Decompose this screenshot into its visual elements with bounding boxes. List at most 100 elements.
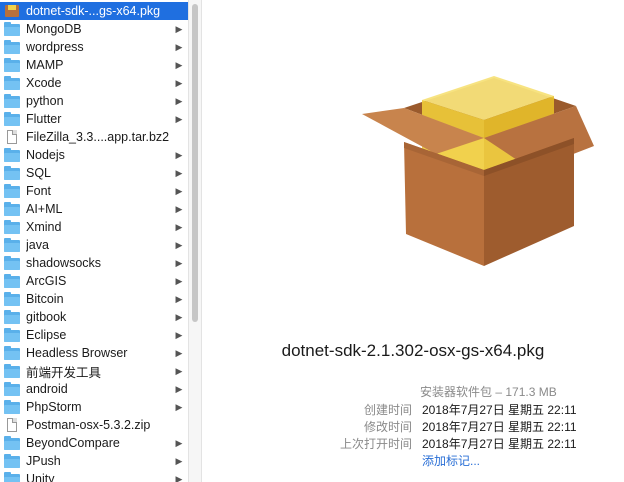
item-name: Bitcoin — [26, 292, 64, 306]
item-name: dotnet-sdk-...gs-x64.pkg — [26, 4, 161, 18]
modified-value: 2018年7月27日 星期五 22:11 — [422, 420, 577, 434]
folder-row[interactable]: Headless Browser ▶ — [0, 344, 188, 362]
folder-icon — [4, 22, 20, 36]
folder-icon — [4, 166, 20, 180]
modified-label: 修改时间 — [363, 420, 412, 434]
disclosure-arrow-icon: ▶ — [175, 401, 183, 412]
preview-kind-size: 安装器软件包 – 171.3 MB — [420, 385, 557, 399]
folder-row[interactable]: Xcode ▶ — [0, 74, 188, 92]
folder-row[interactable]: Eclipse ▶ — [0, 326, 188, 344]
item-name: PhpStorm — [26, 400, 82, 414]
folder-icon — [4, 328, 20, 342]
item-name: MongoDB — [26, 22, 82, 36]
disclosure-arrow-icon: ▶ — [175, 41, 183, 52]
folder-icon — [4, 202, 20, 216]
disclosure-arrow-icon: ▶ — [175, 347, 183, 358]
folder-icon — [4, 382, 20, 396]
last-opened-label: 上次打开时间 — [339, 437, 412, 451]
item-name: Postman-osx-5.3.2.zip — [26, 418, 151, 432]
folder-row[interactable]: java ▶ — [0, 236, 188, 254]
disclosure-arrow-icon: ▶ — [175, 239, 183, 250]
disclosure-arrow-icon: ▶ — [175, 311, 183, 322]
item-name: Xmind — [26, 220, 62, 234]
folder-row[interactable]: gitbook ▶ — [0, 308, 188, 326]
preview-pane: dotnet-sdk-2.1.302-osx-gs-x64.pkg 安装器软件包… — [202, 0, 624, 482]
disclosure-arrow-icon: ▶ — [175, 257, 183, 268]
file-row[interactable]: Postman-osx-5.3.2.zip — [0, 416, 188, 434]
folder-icon — [4, 94, 20, 108]
item-name: Font — [26, 184, 52, 198]
file-row[interactable]: FileZilla_3.3....app.tar.bz2 — [0, 128, 188, 146]
folder-row[interactable]: 前端开发工具 ▶ — [0, 362, 188, 380]
folder-row[interactable]: android ▶ — [0, 380, 188, 398]
folder-icon — [4, 40, 20, 54]
disclosure-arrow-icon: ▶ — [175, 275, 183, 286]
folder-icon — [4, 364, 20, 378]
folder-row[interactable]: ArcGIS ▶ — [0, 272, 188, 290]
folder-row[interactable]: Bitcoin ▶ — [0, 290, 188, 308]
folder-row[interactable]: shadowsocks ▶ — [0, 254, 188, 272]
file-column: dotnet-sdk-...gs-x64.pkg MongoDB ▶ wordpres… — [0, 0, 188, 482]
folder-row[interactable]: Font ▶ — [0, 182, 188, 200]
folder-row[interactable]: MAMP ▶ — [0, 56, 188, 74]
item-name: BeyondCompare — [26, 436, 120, 450]
disclosure-arrow-icon: ▶ — [175, 329, 183, 340]
document-icon — [4, 418, 20, 432]
item-name: Headless Browser — [26, 346, 128, 360]
folder-row[interactable]: Unity ▶ — [0, 470, 188, 482]
folder-row[interactable]: wordpress ▶ — [0, 38, 188, 56]
folder-icon — [4, 184, 20, 198]
disclosure-arrow-icon: ▶ — [175, 473, 183, 482]
item-name: 前端开发工具 — [26, 365, 102, 380]
folder-icon — [4, 112, 20, 126]
disclosure-arrow-icon: ▶ — [175, 221, 183, 232]
disclosure-arrow-icon: ▶ — [175, 149, 183, 160]
item-name: shadowsocks — [26, 256, 102, 270]
folder-row[interactable]: Flutter ▶ — [0, 110, 188, 128]
scrollbar-thumb[interactable] — [192, 4, 198, 322]
item-name: FileZilla_3.3....app.tar.bz2 — [26, 130, 170, 144]
preview-file-name: dotnet-sdk-2.1.302-osx-gs-x64.pkg — [281, 341, 545, 360]
folder-row[interactable]: python ▶ — [0, 92, 188, 110]
item-name: AI+ML — [26, 202, 63, 216]
folder-icon — [4, 256, 20, 270]
item-name: java — [26, 238, 49, 252]
item-name: Nodejs — [26, 148, 65, 162]
disclosure-arrow-icon: ▶ — [175, 77, 183, 88]
folder-icon — [4, 238, 20, 252]
file-row[interactable]: dotnet-sdk-...gs-x64.pkg — [0, 2, 188, 20]
folder-icon — [4, 220, 20, 234]
folder-row[interactable]: JPush ▶ — [0, 452, 188, 470]
created-label: 创建时间 — [363, 403, 412, 417]
disclosure-arrow-icon: ▶ — [175, 455, 183, 466]
item-name: Xcode — [26, 76, 62, 90]
item-name: gitbook — [26, 310, 67, 324]
item-name: ArcGIS — [26, 274, 67, 288]
folder-icon — [4, 454, 20, 468]
folder-row[interactable]: PhpStorm ▶ — [0, 398, 188, 416]
disclosure-arrow-icon: ▶ — [175, 95, 183, 106]
package-icon — [4, 4, 20, 18]
disclosure-arrow-icon: ▶ — [175, 23, 183, 34]
item-name: python — [26, 94, 64, 108]
folder-row[interactable]: AI+ML ▶ — [0, 200, 188, 218]
disclosure-arrow-icon: ▶ — [175, 437, 183, 448]
package-box-icon — [362, 76, 594, 266]
item-name: JPush — [26, 454, 61, 468]
folder-row[interactable]: MongoDB ▶ — [0, 20, 188, 38]
item-name: android — [26, 382, 68, 396]
column-scrollbar[interactable] — [188, 0, 202, 482]
folder-icon — [4, 274, 20, 288]
folder-row[interactable]: Nodejs ▶ — [0, 146, 188, 164]
add-tags-link[interactable]: 添加标记... — [422, 452, 480, 469]
disclosure-arrow-icon: ▶ — [175, 167, 183, 178]
item-name: Unity — [26, 472, 55, 482]
folder-icon — [4, 148, 20, 162]
folder-row[interactable]: SQL ▶ — [0, 164, 188, 182]
disclosure-arrow-icon: ▶ — [175, 59, 183, 70]
folder-row[interactable]: BeyondCompare ▶ — [0, 434, 188, 452]
item-name: wordpress — [26, 40, 84, 54]
disclosure-arrow-icon: ▶ — [175, 185, 183, 196]
folder-row[interactable]: Xmind ▶ — [0, 218, 188, 236]
last-opened-value: 2018年7月27日 星期五 22:11 — [422, 437, 577, 451]
